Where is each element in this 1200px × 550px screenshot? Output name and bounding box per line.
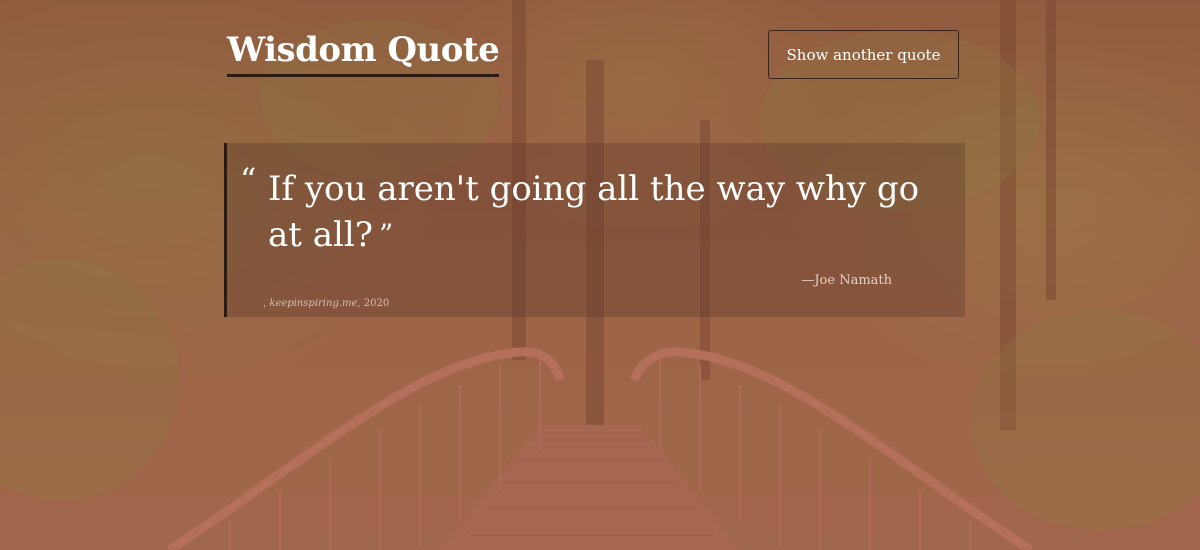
show-another-quote-button[interactable]: Show another quote (768, 30, 959, 79)
page-title: Wisdom Quote (227, 30, 500, 77)
quote-source: , keepinspiring.me, 2020 (263, 298, 390, 309)
quote-body: If you aren't going all the way why go a… (268, 169, 920, 255)
source-link[interactable]: keepinspiring.me (269, 298, 357, 309)
source-year: 2020 (363, 298, 390, 309)
open-quote-icon: “ (240, 161, 257, 199)
quote-author: —Joe Namath (801, 273, 892, 288)
quote-text: If you aren't going all the way why go a… (268, 166, 948, 258)
close-quote-icon: ” (379, 218, 394, 251)
